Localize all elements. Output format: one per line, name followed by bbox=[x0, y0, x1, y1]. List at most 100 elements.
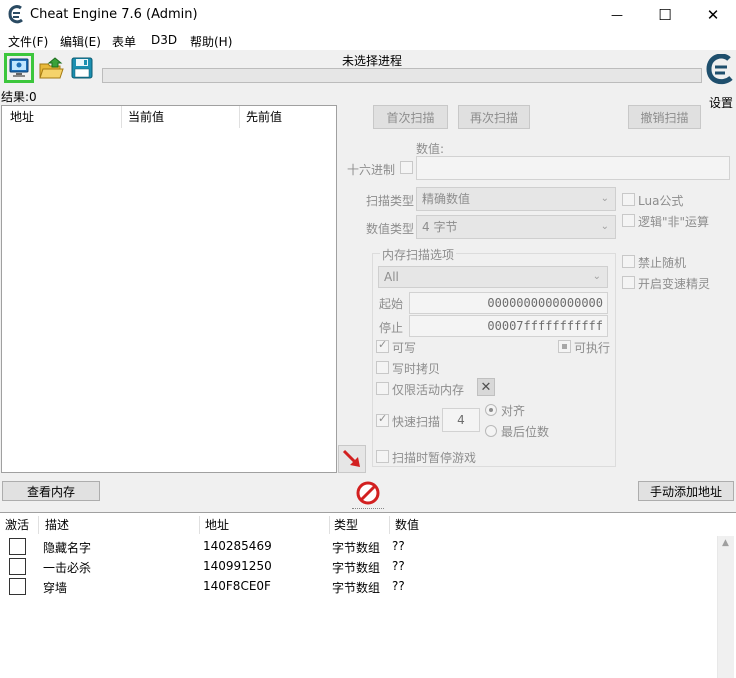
hex-checkbox[interactable] bbox=[400, 161, 413, 174]
row-address[interactable]: 140285469 bbox=[203, 539, 272, 553]
maximize-button[interactable]: ☐ bbox=[642, 0, 688, 30]
row-description[interactable]: 隐藏名字 bbox=[43, 539, 91, 556]
process-name-label: 未选择进程 bbox=[341, 54, 402, 68]
copy-on-write-label: 写时拷贝 bbox=[392, 362, 441, 376]
row-type[interactable]: 字节数组 bbox=[332, 579, 380, 596]
row-type[interactable]: 字节数组 bbox=[332, 559, 380, 576]
row-value[interactable]: ?? bbox=[392, 579, 405, 593]
scan-type-select[interactable]: 精确数值 ⌄ bbox=[416, 187, 616, 211]
title-bar: Cheat Engine 7.6 (Admin) — ☐ ✕ bbox=[0, 0, 736, 30]
logic-not-checkbox[interactable] bbox=[622, 214, 635, 227]
aligned-label: 对齐 bbox=[501, 404, 526, 418]
row-active-checkbox[interactable] bbox=[9, 558, 26, 575]
value-type-value: 4 字节 bbox=[422, 220, 458, 234]
cheat-engine-logo-icon bbox=[706, 54, 733, 85]
column-address[interactable]: 地址 bbox=[10, 106, 34, 128]
lua-formula-label: Lua公式 bbox=[638, 194, 684, 208]
found-address-list[interactable]: 地址 当前值 先前值 bbox=[1, 105, 337, 473]
chevron-down-icon: ⌄ bbox=[592, 271, 601, 282]
start-label: 起始 bbox=[379, 297, 404, 311]
column-active[interactable]: 激活 bbox=[5, 514, 29, 536]
row-active-checkbox[interactable] bbox=[9, 538, 26, 555]
results-count: 结果:0 bbox=[1, 90, 37, 104]
row-type[interactable]: 字节数组 bbox=[332, 539, 380, 556]
row-address[interactable]: 140991250 bbox=[203, 559, 272, 573]
row-address[interactable]: 140F8CE0F bbox=[203, 579, 271, 593]
row-description[interactable]: 穿墙 bbox=[43, 579, 67, 596]
disable-random-checkbox[interactable] bbox=[622, 255, 635, 268]
minimize-button[interactable]: — bbox=[594, 0, 640, 30]
disable-random-label: 禁止随机 bbox=[638, 256, 687, 270]
column-previous-value[interactable]: 先前值 bbox=[246, 106, 282, 128]
value-type-label: 数值类型 bbox=[366, 222, 415, 236]
row-description[interactable]: 一击必杀 bbox=[43, 559, 91, 576]
menu-file[interactable]: 文件(F) bbox=[8, 33, 48, 50]
column-divider bbox=[389, 516, 390, 534]
executable-checkbox[interactable] bbox=[558, 340, 571, 353]
column-divider bbox=[199, 516, 200, 534]
value-type-select[interactable]: 4 字节 ⌄ bbox=[416, 215, 616, 239]
column-divider bbox=[329, 516, 330, 534]
view-memory-button[interactable]: 查看内存 bbox=[2, 481, 100, 501]
scan-type-label: 扫描类型 bbox=[366, 194, 415, 208]
splitter-handle[interactable] bbox=[352, 508, 384, 510]
undo-scan-button[interactable]: 撤销扫描 bbox=[628, 105, 701, 129]
close-icon[interactable]: ✕ bbox=[477, 378, 495, 396]
active-memory-checkbox[interactable] bbox=[376, 382, 389, 395]
fast-scan-label: 快速扫描 bbox=[392, 415, 441, 429]
clear-list-button[interactable] bbox=[355, 480, 381, 506]
column-type[interactable]: 类型 bbox=[334, 514, 358, 536]
logic-not-label: 逻辑"非"运算 bbox=[638, 215, 710, 229]
column-address[interactable]: 地址 bbox=[205, 514, 229, 536]
row-value[interactable]: ?? bbox=[392, 559, 405, 573]
next-scan-button[interactable]: 再次扫描 bbox=[458, 105, 530, 129]
memory-region-select[interactable]: All ⌄ bbox=[378, 266, 608, 288]
memory-region-value: All bbox=[384, 270, 399, 284]
vertical-scrollbar[interactable]: ▲ bbox=[717, 536, 734, 678]
start-address-input[interactable]: 0000000000000000 bbox=[409, 292, 608, 314]
hex-label: 十六进制 bbox=[347, 163, 396, 177]
pause-game-checkbox[interactable] bbox=[376, 450, 389, 463]
aligned-radio[interactable] bbox=[485, 404, 497, 416]
red-arrow-icon bbox=[342, 449, 360, 467]
close-button[interactable]: ✕ bbox=[690, 0, 736, 30]
active-memory-label: 仅限活动内存 bbox=[392, 383, 465, 397]
folder-open-icon bbox=[39, 57, 64, 79]
column-divider bbox=[239, 106, 240, 128]
open-file-button[interactable] bbox=[37, 53, 67, 83]
speedhack-checkbox[interactable] bbox=[622, 276, 635, 289]
menu-table[interactable]: 表单 bbox=[112, 33, 136, 50]
copy-on-write-checkbox[interactable] bbox=[376, 361, 389, 374]
cheat-engine-icon bbox=[8, 5, 23, 24]
fast-scan-checkbox[interactable] bbox=[376, 412, 389, 427]
add-address-manually-button[interactable]: 手动添加地址 bbox=[638, 481, 734, 501]
column-value[interactable]: 数值 bbox=[395, 514, 419, 536]
row-value[interactable]: ?? bbox=[392, 539, 405, 553]
scan-value-input[interactable] bbox=[416, 156, 730, 180]
last-digits-label: 最后位数 bbox=[501, 425, 550, 439]
column-current-value[interactable]: 当前值 bbox=[128, 106, 164, 128]
column-divider bbox=[38, 516, 39, 534]
column-description[interactable]: 描述 bbox=[45, 514, 69, 536]
floppy-disk-icon bbox=[71, 57, 93, 79]
open-process-button[interactable] bbox=[4, 53, 34, 83]
executable-label: 可执行 bbox=[574, 341, 611, 355]
settings-button[interactable]: 设置 bbox=[703, 50, 736, 110]
first-scan-button[interactable]: 首次扫描 bbox=[373, 105, 448, 129]
writable-checkbox[interactable] bbox=[376, 338, 389, 353]
save-button[interactable] bbox=[67, 53, 97, 83]
menu-d3d[interactable]: D3D bbox=[151, 33, 177, 47]
last-digits-radio[interactable] bbox=[485, 425, 497, 437]
scroll-up-icon[interactable]: ▲ bbox=[722, 538, 729, 548]
lua-formula-checkbox[interactable] bbox=[622, 193, 635, 206]
fast-scan-alignment-input[interactable]: 4 bbox=[442, 408, 480, 432]
stop-address-input[interactable]: 00007fffffffffff bbox=[409, 315, 608, 337]
menu-help[interactable]: 帮助(H) bbox=[190, 33, 232, 50]
row-active-checkbox[interactable] bbox=[9, 578, 26, 595]
chevron-down-icon: ⌄ bbox=[600, 193, 609, 204]
settings-label: 设置 bbox=[709, 96, 734, 110]
add-to-list-button[interactable] bbox=[338, 445, 366, 473]
menu-edit[interactable]: 编辑(E) bbox=[60, 33, 101, 50]
scan-progress-bar bbox=[102, 68, 702, 83]
window-title: Cheat Engine 7.6 (Admin) bbox=[30, 7, 198, 22]
